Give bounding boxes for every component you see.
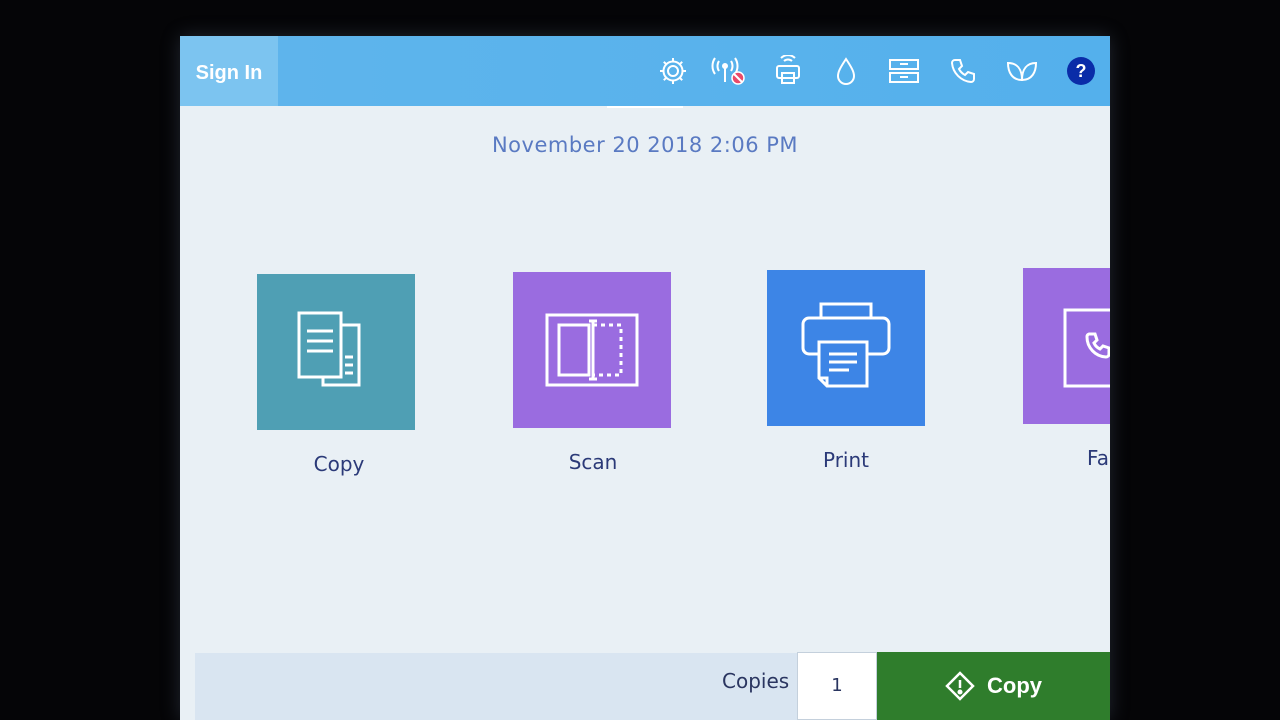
leaf-icon[interactable]	[1004, 53, 1040, 89]
notification-pull-tab[interactable]	[607, 98, 683, 108]
copy-app-tile[interactable]	[257, 274, 415, 430]
print-app-label: Print	[822, 448, 869, 472]
scan-app-label: Scan	[568, 450, 618, 474]
wireless-off-icon[interactable]	[711, 53, 747, 89]
copy-app-label: Copy	[313, 452, 365, 476]
top-bar: Sign In ?	[180, 36, 1110, 108]
start-copy-button[interactable]: Copy	[877, 652, 1110, 720]
scan-app-tile[interactable]	[513, 272, 671, 428]
tray-icon[interactable]	[886, 53, 922, 89]
wifi-direct-icon[interactable]	[770, 53, 806, 89]
copies-input[interactable]: 1	[797, 652, 877, 720]
help-icon[interactable]: ?	[1063, 53, 1099, 89]
start-copy-label: Copy	[987, 673, 1042, 698]
printer-icon	[801, 302, 891, 388]
help-glyph: ?	[1076, 61, 1087, 81]
printer-control-panel: Sign In ? November 20 2018 2:06 PM Copy …	[180, 36, 1110, 720]
sign-in-button[interactable]: Sign In	[180, 36, 278, 106]
ink-drop-icon[interactable]	[828, 53, 864, 89]
print-app-tile[interactable]	[767, 270, 925, 426]
copy-icon	[297, 311, 361, 387]
phone-icon[interactable]	[945, 53, 981, 89]
fax-app-label: Fa	[1087, 446, 1109, 470]
scan-icon	[545, 313, 639, 387]
fax-icon	[1063, 308, 1110, 388]
gear-icon[interactable]	[655, 53, 691, 89]
fax-app-tile[interactable]	[1023, 268, 1110, 424]
copies-label: Copies	[722, 669, 790, 693]
date-time: November 20 2018 2:06 PM	[491, 133, 799, 157]
start-diamond-icon	[945, 671, 975, 701]
